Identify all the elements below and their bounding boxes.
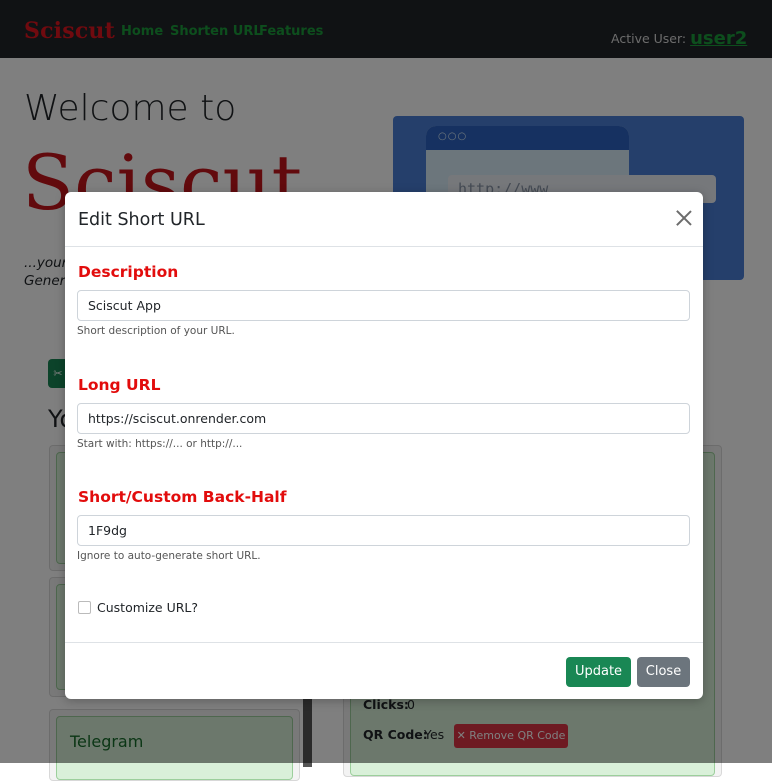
customize-url-label[interactable]: Customize URL? xyxy=(97,600,198,615)
customize-url-checkbox[interactable] xyxy=(78,601,91,614)
long-url-help: Start with: https://... or http://... xyxy=(77,438,243,450)
back-half-input[interactable]: 1F9dg xyxy=(77,515,690,546)
back-half-help: Ignore to auto-generate short URL. xyxy=(77,550,261,562)
description-label: Description xyxy=(78,263,179,281)
modal-title: Edit Short URL xyxy=(78,210,205,230)
close-icon[interactable] xyxy=(674,208,694,228)
close-button[interactable]: Close xyxy=(637,657,690,687)
update-button[interactable]: Update xyxy=(566,657,631,687)
long-url-label: Long URL xyxy=(78,376,161,394)
modal-header: Edit Short URL xyxy=(65,192,703,247)
description-input[interactable]: Sciscut App xyxy=(77,290,690,321)
description-help: Short description of your URL. xyxy=(77,325,235,337)
back-half-label: Short/Custom Back-Half xyxy=(78,488,287,506)
modal-footer: Update Close xyxy=(65,642,703,700)
edit-short-url-modal: Edit Short URL Description Sciscut App S… xyxy=(65,192,703,699)
long-url-input[interactable]: https://sciscut.onrender.com xyxy=(77,403,690,434)
